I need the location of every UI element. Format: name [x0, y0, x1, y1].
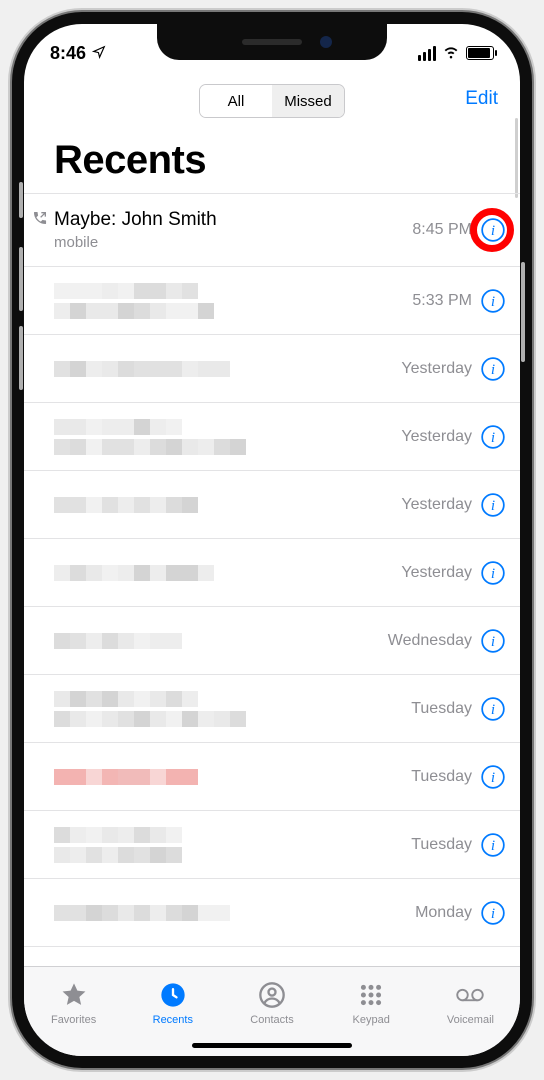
redacted-caller: [54, 497, 401, 513]
tab-contacts[interactable]: Contacts: [222, 967, 321, 1038]
star-icon: [59, 980, 89, 1010]
call-time: Yesterday: [401, 564, 472, 582]
notch: [157, 24, 387, 60]
info-icon[interactable]: i: [480, 288, 506, 314]
info-icon[interactable]: i: [480, 832, 506, 858]
call-row[interactable]: Yesterday i: [24, 539, 520, 607]
call-row[interactable]: Yesterday i: [24, 403, 520, 471]
redacted-caller: [54, 769, 411, 785]
svg-text:i: i: [491, 292, 495, 309]
call-row[interactable]: Yesterday i: [24, 471, 520, 539]
highlight-ring: [470, 208, 514, 252]
svg-text:i: i: [491, 360, 495, 377]
phone-frame: 8:46 All Missed Edit: [12, 12, 532, 1068]
power-button: [521, 262, 525, 362]
filter-segmented-control[interactable]: All Missed: [199, 84, 345, 118]
tab-label: Recents: [153, 1014, 193, 1026]
battery-icon: [466, 46, 494, 60]
info-icon[interactable]: i: [480, 356, 506, 382]
call-time: Tuesday: [411, 700, 472, 718]
tab-label: Voicemail: [447, 1014, 494, 1026]
clock-icon: [158, 980, 188, 1010]
call-time: Yesterday: [401, 360, 472, 378]
svg-text:i: i: [491, 564, 495, 581]
svg-text:i: i: [491, 768, 495, 785]
tab-label: Favorites: [51, 1014, 96, 1026]
redacted-caller: [54, 905, 415, 921]
redacted-caller: [54, 419, 401, 455]
tab-favorites[interactable]: Favorites: [24, 967, 123, 1038]
caller-name: Maybe: John Smith: [54, 209, 412, 232]
voicemail-icon: [455, 980, 485, 1010]
info-icon[interactable]: i: [480, 560, 506, 586]
redacted-caller: [54, 361, 401, 377]
call-row[interactable]: Maybe: John Smithmobile8:45 PMi: [24, 193, 520, 267]
tab-keypad[interactable]: Keypad: [322, 967, 421, 1038]
info-icon[interactable]: i: [480, 900, 506, 926]
call-row[interactable]: 5:33 PM i: [24, 267, 520, 335]
caller-sublabel: mobile: [54, 234, 412, 251]
svg-text:i: i: [491, 836, 495, 853]
volume-up: [19, 247, 23, 311]
call-time: Wednesday: [388, 632, 472, 650]
call-info: Maybe: John Smith mobile: [54, 209, 412, 251]
call-row[interactable]: Yesterday i: [24, 335, 520, 403]
svg-text:i: i: [491, 632, 495, 649]
call-row[interactable]: Monday i: [24, 879, 520, 947]
tab-recents[interactable]: Recents: [123, 967, 222, 1038]
scroll-indicator: [515, 118, 518, 198]
call-row[interactable]: Tuesday i: [24, 743, 520, 811]
call-row[interactable]: Tuesday i: [24, 811, 520, 879]
front-camera: [320, 36, 332, 48]
speaker: [242, 39, 302, 45]
location-icon: [92, 45, 106, 62]
svg-text:i: i: [491, 496, 495, 513]
cell-signal-icon: [418, 46, 436, 61]
redacted-caller: [54, 827, 411, 863]
info-icon[interactable]: i: [480, 492, 506, 518]
call-row[interactable]: Tuesday i: [24, 675, 520, 743]
redacted-caller: [54, 565, 401, 581]
call-time: Yesterday: [401, 428, 472, 446]
wifi-icon: [442, 42, 460, 65]
call-time: 5:33 PM: [412, 292, 472, 310]
redacted-caller: [54, 283, 412, 319]
edit-button[interactable]: Edit: [465, 88, 498, 110]
svg-text:i: i: [491, 904, 495, 921]
home-indicator[interactable]: [192, 1043, 352, 1048]
info-icon[interactable]: i: [480, 764, 506, 790]
svg-text:i: i: [491, 428, 495, 445]
segment-missed[interactable]: Missed: [272, 85, 344, 117]
call-time: Tuesday: [411, 836, 472, 854]
call-row[interactable]: Wednesday i: [24, 607, 520, 675]
call-time: Tuesday: [411, 768, 472, 786]
tab-label: Keypad: [353, 1014, 390, 1026]
tab-voicemail[interactable]: Voicemail: [421, 967, 520, 1038]
info-icon[interactable]: i: [480, 628, 506, 654]
outgoing-call-icon: [32, 210, 48, 231]
call-time: Monday: [415, 904, 472, 922]
keypad-icon: [356, 980, 386, 1010]
screen: 8:46 All Missed Edit: [24, 24, 520, 1056]
status-time: 8:46: [50, 43, 86, 64]
call-time: 8:45 PM: [412, 221, 472, 239]
tab-label: Contacts: [250, 1014, 293, 1026]
mute-switch: [19, 182, 23, 218]
volume-down: [19, 326, 23, 390]
call-time: Yesterday: [401, 496, 472, 514]
recents-list[interactable]: Maybe: John Smithmobile8:45 PMi5:33 PMiY…: [24, 193, 520, 947]
redacted-caller: [54, 691, 411, 727]
redacted-caller: [54, 633, 388, 649]
info-icon[interactable]: i: [480, 424, 506, 450]
info-icon[interactable]: i: [480, 696, 506, 722]
svg-text:i: i: [491, 700, 495, 717]
nav-bar: All Missed Edit: [24, 72, 520, 130]
content: All Missed Edit Recents Maybe: John Smit…: [24, 72, 520, 966]
page-title: Recents: [24, 130, 520, 193]
segment-all[interactable]: All: [200, 85, 272, 117]
contact-icon: [257, 980, 287, 1010]
